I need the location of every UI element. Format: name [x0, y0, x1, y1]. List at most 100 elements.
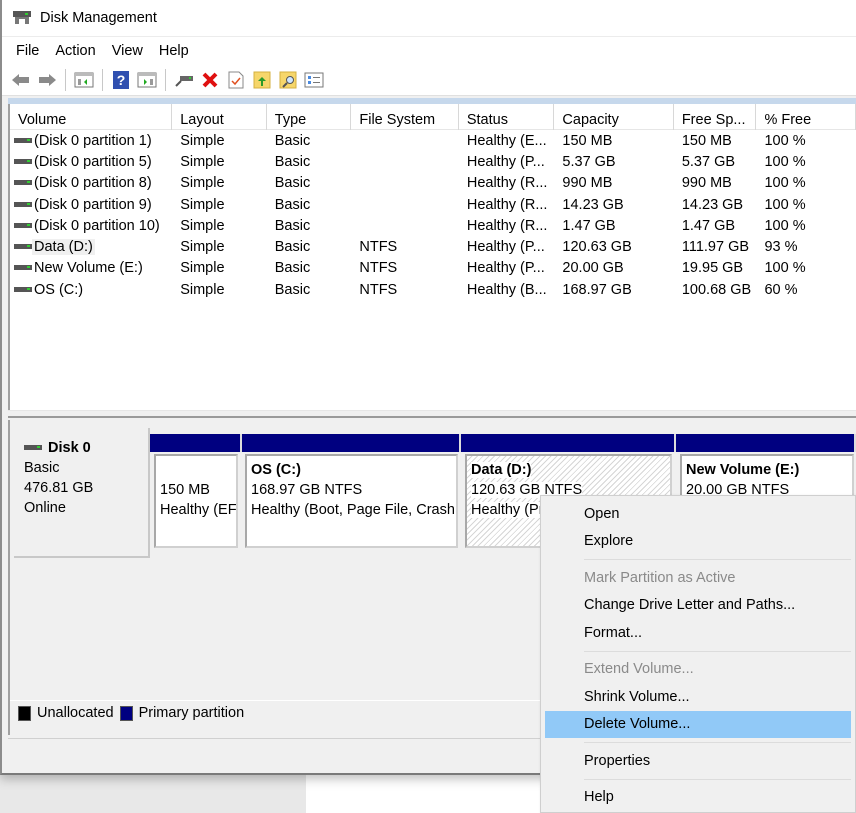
- context-menu-item-help[interactable]: Help: [541, 784, 855, 812]
- partition-bar-new-volume-e: [676, 434, 856, 452]
- volume-row[interactable]: (Disk 0 partition 10) Simple Basic Healthy …: [10, 215, 856, 236]
- cell-type: Basic: [274, 175, 311, 192]
- disk-state: Online: [24, 500, 66, 516]
- cell-percent-free: 60 %: [764, 281, 798, 298]
- cell-capacity: 1.47 GB: [562, 217, 616, 234]
- cell-free-space: 100.68 GB: [681, 281, 752, 298]
- volume-row[interactable]: OS (C:) Simple Basic NTFS Healthy (B... 168.9…: [10, 279, 856, 300]
- legend-label: Primary partition: [138, 705, 245, 721]
- column-header-layout[interactable]: Layout: [172, 104, 267, 130]
- cell-free-space: 5.37 GB: [681, 153, 736, 170]
- cell-free-space: 990 MB: [681, 175, 732, 192]
- cell-capacity: 150 MB: [562, 132, 613, 149]
- cell-free-space: 1.47 GB: [681, 217, 736, 234]
- partition-status: Healthy (Boot, Page File, Crash Dump, Pr…: [251, 502, 456, 518]
- pane-splitter[interactable]: [8, 410, 856, 418]
- volume-drive-icon: [14, 243, 32, 251]
- toolbar-separator: [102, 68, 103, 91]
- folder-search-icon[interactable]: [277, 69, 299, 91]
- cell-percent-free: 100 %: [764, 196, 806, 213]
- disk-drive-icon: [24, 443, 42, 453]
- partition-os-c[interactable]: OS (C:) 168.97 GB NTFS Healthy (Boot, Pa…: [245, 454, 458, 548]
- cell-status: Healthy (E...: [466, 132, 547, 149]
- menu-action[interactable]: Action: [47, 43, 103, 59]
- column-header-volume[interactable]: Volume: [10, 104, 173, 130]
- cell-capacity: 990 MB: [562, 175, 613, 192]
- column-header-status[interactable]: Status: [459, 104, 555, 130]
- volume-row[interactable]: (Disk 0 partition 1) Simple Basic Healthy (…: [10, 130, 856, 151]
- partition-bar-efi: [150, 434, 242, 452]
- cell-file-system: NTFS: [359, 239, 398, 256]
- context-menu-item-explore[interactable]: Explore: [541, 528, 855, 556]
- cell-percent-free: 100 %: [764, 260, 806, 277]
- menu-bar: File Action View Help: [2, 36, 856, 64]
- context-menu-item-shrink-volume[interactable]: Shrink Volume...: [541, 683, 855, 711]
- legend-unallocated: Unallocated: [18, 705, 114, 721]
- partition-name: New Volume (E:): [686, 462, 800, 478]
- checklist-icon[interactable]: [303, 69, 325, 91]
- cell-type: Basic: [274, 132, 311, 149]
- cell-volume: OS (C:): [10, 282, 172, 298]
- menu-help[interactable]: Help: [151, 43, 197, 59]
- properties-check-icon[interactable]: [225, 69, 247, 91]
- context-menu-item-properties[interactable]: Properties: [541, 747, 855, 775]
- column-header-type[interactable]: Type: [267, 104, 352, 130]
- context-menu-item-delete-volume[interactable]: Delete Volume...: [545, 710, 851, 738]
- volume-row[interactable]: (Disk 0 partition 9) Simple Basic Healthy (…: [10, 194, 856, 215]
- unallocated-swatch: [18, 705, 31, 721]
- forward-arrow-icon[interactable]: [36, 69, 58, 91]
- volume-name: (Disk 0 partition 5): [34, 153, 152, 170]
- cell-capacity: 120.63 GB: [562, 239, 632, 256]
- show-hide-action-pane-icon[interactable]: [136, 69, 158, 91]
- partition-efi[interactable]: 150 MB Healthy (EFI System Partition): [154, 454, 238, 548]
- volume-drive-icon: [14, 179, 32, 187]
- volume-row[interactable]: (Disk 0 partition 8) Simple Basic Healthy (…: [10, 173, 856, 194]
- cell-status: Healthy (R...: [466, 217, 548, 234]
- partition-name: Data (D:): [471, 462, 532, 478]
- menu-file[interactable]: File: [8, 43, 47, 59]
- context-menu-item-change-drive-letter-and-paths[interactable]: Change Drive Letter and Paths...: [541, 592, 855, 620]
- volume-row[interactable]: Data (D:) Simple Basic NTFS Healthy (P... 120…: [10, 236, 856, 257]
- volume-name: Data (D:): [32, 239, 95, 256]
- menu-view[interactable]: View: [104, 43, 151, 59]
- primary-partition-swatch: [119, 705, 133, 721]
- column-header-file-system[interactable]: File System: [351, 104, 459, 130]
- show-hide-console-tree-icon[interactable]: [73, 69, 95, 91]
- cell-capacity: 168.97 GB: [562, 281, 632, 298]
- volume-drive-icon: [14, 222, 32, 230]
- menu-separator: [584, 778, 851, 780]
- cell-free-space: 14.23 GB: [681, 196, 744, 213]
- context-menu-item-open[interactable]: Open: [541, 500, 855, 528]
- cell-layout: Simple: [180, 239, 225, 256]
- help-icon[interactable]: ?: [110, 69, 132, 91]
- cell-status: Healthy (R...: [466, 196, 548, 213]
- cell-capacity: 14.23 GB: [562, 196, 624, 213]
- cell-type: Basic: [274, 196, 311, 213]
- cell-percent-free: 100 %: [764, 175, 806, 192]
- context-menu-item-format[interactable]: Format...: [541, 619, 855, 647]
- legend-primary-partition: Primary partition: [119, 705, 245, 721]
- cell-volume: (Disk 0 partition 1): [10, 133, 172, 149]
- volume-row[interactable]: New Volume (E:) Simple Basic NTFS Healthy (P…: [10, 258, 856, 279]
- partition-bar-data-d: [461, 434, 676, 452]
- disk-name-row: Disk 0: [24, 438, 148, 458]
- column-header-capacity[interactable]: Capacity: [554, 104, 674, 130]
- disk-0-label[interactable]: Disk 0 Basic 476.81 GB Online: [14, 428, 150, 558]
- cell-status: Healthy (P...: [466, 260, 545, 277]
- desktop-background: [0, 775, 306, 813]
- connect-drive-icon[interactable]: [173, 69, 195, 91]
- toolbar-separator: [65, 68, 66, 91]
- volume-drive-icon: [14, 201, 32, 209]
- delete-icon[interactable]: [199, 69, 221, 91]
- volume-name: (Disk 0 partition 8): [34, 175, 152, 192]
- cell-percent-free: 100 %: [764, 217, 806, 234]
- cell-volume: (Disk 0 partition 5): [10, 154, 172, 170]
- folder-up-icon[interactable]: [251, 69, 273, 91]
- context-menu: Open Explore Mark Partition as Active Chang…: [540, 495, 856, 813]
- volume-row[interactable]: (Disk 0 partition 5) Simple Basic Healthy (…: [10, 151, 856, 172]
- svg-text:?: ?: [117, 72, 126, 88]
- column-header-free-space[interactable]: Free Sp...: [674, 104, 757, 130]
- toolbar: ?: [2, 64, 856, 96]
- back-arrow-icon[interactable]: [10, 69, 32, 91]
- column-header-percent-free[interactable]: % Free: [756, 104, 856, 130]
